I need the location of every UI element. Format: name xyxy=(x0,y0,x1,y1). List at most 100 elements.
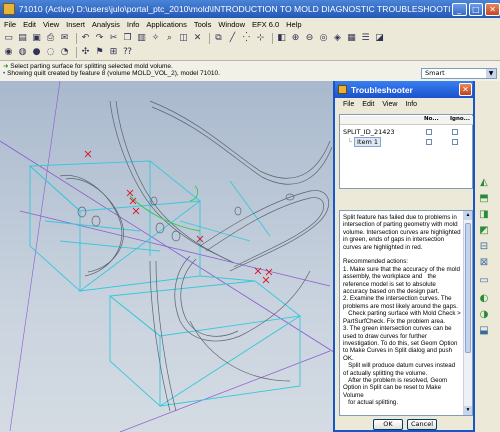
display-style-icon[interactable]: ◍ xyxy=(17,47,28,58)
ignore-checkbox[interactable] xyxy=(452,129,458,135)
datum-axis-icon[interactable]: ╱ xyxy=(227,33,238,44)
analysis-icon[interactable]: ⚑ xyxy=(94,47,105,58)
selection-filter-value: Smart xyxy=(425,69,445,77)
menubar: File Edit View Insert Analysis Info Appl… xyxy=(0,18,500,30)
find-icon[interactable]: ⌕ xyxy=(164,33,175,44)
menu-insert[interactable]: Insert xyxy=(66,20,85,29)
ts-menu-edit[interactable]: Edit xyxy=(362,101,374,108)
menu-info[interactable]: Info xyxy=(127,20,140,29)
tree-root-item[interactable]: SPLIT_ID_21423 xyxy=(343,128,395,136)
wireframe-icon[interactable]: ◌ xyxy=(45,47,56,58)
close-icon[interactable]: ✕ xyxy=(459,83,472,96)
zoom-in-icon[interactable]: ⊕ xyxy=(290,33,301,44)
close-window-icon[interactable]: ✕ xyxy=(192,33,203,44)
maximize-button[interactable]: □ xyxy=(468,2,484,16)
datum-plane-edge xyxy=(0,140,341,357)
ts-menu-view[interactable]: View xyxy=(382,101,397,108)
note-checkbox[interactable] xyxy=(426,139,432,145)
repaint-icon[interactable]: ◧ xyxy=(276,33,287,44)
troubleshooter-titlebar: Troubleshooter xyxy=(335,81,473,98)
menu-analysis[interactable]: Analysis xyxy=(92,20,120,29)
mold-volume-outline xyxy=(28,160,302,408)
hidden-line-icon[interactable]: ◔ xyxy=(59,47,70,58)
toolbar-divider xyxy=(209,32,210,44)
column-header-note[interactable]: No... xyxy=(422,116,448,125)
selection-filter-dropdown[interactable]: Smart ▼ xyxy=(421,68,497,79)
zoom-out-icon[interactable]: ⊖ xyxy=(304,33,315,44)
shrinkage-icon[interactable]: ◑ xyxy=(477,309,491,321)
paste-icon[interactable]: ▥ xyxy=(136,33,147,44)
mold-icon[interactable]: ◉ xyxy=(3,47,14,58)
coordinate-system-icon[interactable]: ⊹ xyxy=(255,33,266,44)
cavity-layout-icon[interactable]: ◐ xyxy=(477,293,491,305)
troubleshooter-menubar: File Edit View Info xyxy=(335,98,473,111)
menu-file[interactable]: File xyxy=(4,20,16,29)
orient-icon[interactable]: ◈ xyxy=(332,33,343,44)
ok-button[interactable]: OK xyxy=(373,419,403,430)
runner-icon[interactable]: ⊟ xyxy=(477,241,491,253)
cancel-button[interactable]: Cancel xyxy=(407,419,437,430)
datum-plane-icon[interactable]: ⧉ xyxy=(213,33,224,44)
toolbar-row-1: ▭ ▤ ▣ ⎙ ✉ ↶ ↷ ✂ ❐ ▥ ✧ ⌕ ◫ ✕ ⧉ ╱ ⁛ ⊹ ◧ ⊕ … xyxy=(3,31,388,45)
parting-surface-icon[interactable]: ◭ xyxy=(477,177,491,189)
menu-efx[interactable]: EFX 6.0 xyxy=(252,20,279,29)
waterline-icon[interactable]: ⊠ xyxy=(477,257,491,269)
note-checkbox[interactable] xyxy=(426,129,432,135)
scroll-thumb[interactable] xyxy=(465,223,471,353)
close-button[interactable]: ✕ xyxy=(485,2,500,16)
split-volume-icon[interactable]: ⬒ xyxy=(477,193,491,205)
troubleshooter-icon xyxy=(338,85,347,94)
toolbar-row-2: ◉ ◍ ● ◌ ◔ ✣ ⚑ ⊞ ⁇ xyxy=(3,45,136,59)
menu-help[interactable]: Help xyxy=(286,20,301,29)
mold-open-icon[interactable]: ▭ xyxy=(477,275,491,287)
window-titlebar: 71010 (Active) D:\users\julo\portal_ptc_… xyxy=(0,0,500,18)
description-scrollbar[interactable]: ▲ ▼ xyxy=(463,211,472,415)
message-line-1: ➜ Select parting surface for splitting s… xyxy=(3,62,173,70)
reference-part-edges xyxy=(59,100,333,412)
chevron-down-icon[interactable]: ▼ xyxy=(486,69,496,78)
new-file-icon[interactable]: ▭ xyxy=(3,33,14,44)
undo-icon[interactable]: ↶ xyxy=(80,33,91,44)
context-help-icon[interactable]: ⁇ xyxy=(122,47,133,58)
scroll-up-icon[interactable]: ▲ xyxy=(464,211,472,220)
ts-menu-file[interactable]: File xyxy=(343,101,354,108)
model-tree-icon[interactable]: ⊞ xyxy=(108,47,119,58)
scroll-down-icon[interactable]: ▼ xyxy=(464,406,472,415)
copy-icon[interactable]: ❐ xyxy=(122,33,133,44)
window-icon[interactable]: ◫ xyxy=(178,33,189,44)
ignore-checkbox[interactable] xyxy=(452,139,458,145)
toolbar-divider xyxy=(76,46,77,58)
menu-applications[interactable]: Applications xyxy=(146,20,186,29)
ts-menu-info[interactable]: Info xyxy=(405,101,417,108)
extract-icon[interactable]: ◩ xyxy=(477,225,491,237)
regenerate-icon[interactable]: ✧ xyxy=(150,33,161,44)
spin-center-icon[interactable]: ✣ xyxy=(80,47,91,58)
app-icon xyxy=(3,3,15,15)
open-folder-icon[interactable]: ▤ xyxy=(17,33,28,44)
layers-icon[interactable]: ☰ xyxy=(360,33,371,44)
troubleshooter-dialog: Troubleshooter ✕ File Edit View Info No.… xyxy=(333,81,475,432)
saved-views-icon[interactable]: ▦ xyxy=(346,33,357,44)
print-icon[interactable]: ⎙ xyxy=(45,33,56,44)
column-header-ignore[interactable]: Igno... xyxy=(448,116,473,125)
minimize-button[interactable]: _ xyxy=(451,2,467,16)
menu-tools[interactable]: Tools xyxy=(194,20,212,29)
datum-plane-edge xyxy=(19,210,331,287)
menu-window[interactable]: Window xyxy=(218,20,245,29)
email-icon[interactable]: ✉ xyxy=(59,33,70,44)
window-title: 71010 (Active) D:\users\julo\portal_ptc_… xyxy=(18,4,450,14)
menu-edit[interactable]: Edit xyxy=(23,20,36,29)
tree-child-item[interactable]: Item 1 xyxy=(354,137,381,147)
menu-view[interactable]: View xyxy=(43,20,59,29)
message-text: Select parting surface for splitting sel… xyxy=(10,63,173,70)
refit-icon[interactable]: ◎ xyxy=(318,33,329,44)
draft-check-icon[interactable]: ⬓ xyxy=(477,325,491,337)
mold-volume-icon[interactable]: ◨ xyxy=(477,209,491,221)
tree-child-row[interactable]: └ Item 1 xyxy=(348,137,381,147)
shading-icon[interactable]: ● xyxy=(31,47,42,58)
datum-point-icon[interactable]: ⁛ xyxy=(241,33,252,44)
view-manager-icon[interactable]: ◪ xyxy=(374,33,385,44)
cut-icon[interactable]: ✂ xyxy=(108,33,119,44)
redo-icon[interactable]: ↷ xyxy=(94,33,105,44)
save-icon[interactable]: ▣ xyxy=(31,33,42,44)
